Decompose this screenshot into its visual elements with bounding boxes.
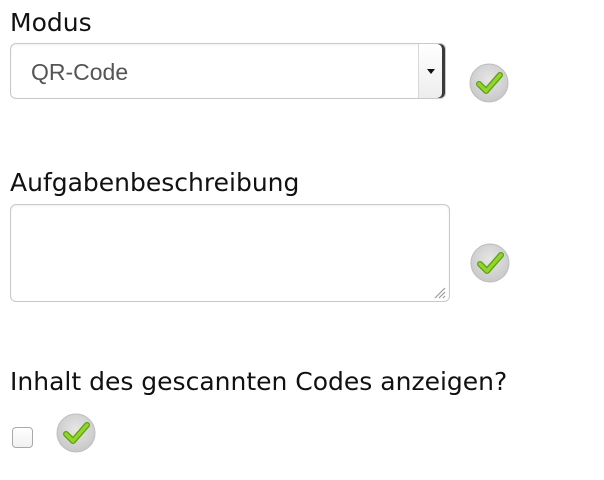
check-icon: [469, 63, 509, 103]
dropdown-arrow-button[interactable]: [418, 44, 445, 98]
show-content-checkbox[interactable]: [12, 427, 33, 448]
mode-label: Modus: [10, 8, 92, 37]
mode-select[interactable]: QR-Code: [10, 43, 446, 99]
check-icon: [470, 243, 510, 283]
check-icon: [56, 413, 96, 453]
resize-grip-icon[interactable]: [432, 285, 446, 299]
description-label: Aufgabenbeschreibung: [10, 168, 300, 197]
description-textarea[interactable]: [10, 204, 450, 302]
show-content-label: Inhalt des gescannten Codes anzeigen?: [10, 367, 508, 396]
chevron-down-icon: [427, 69, 435, 74]
mode-select-value: QR-Code: [31, 59, 129, 85]
